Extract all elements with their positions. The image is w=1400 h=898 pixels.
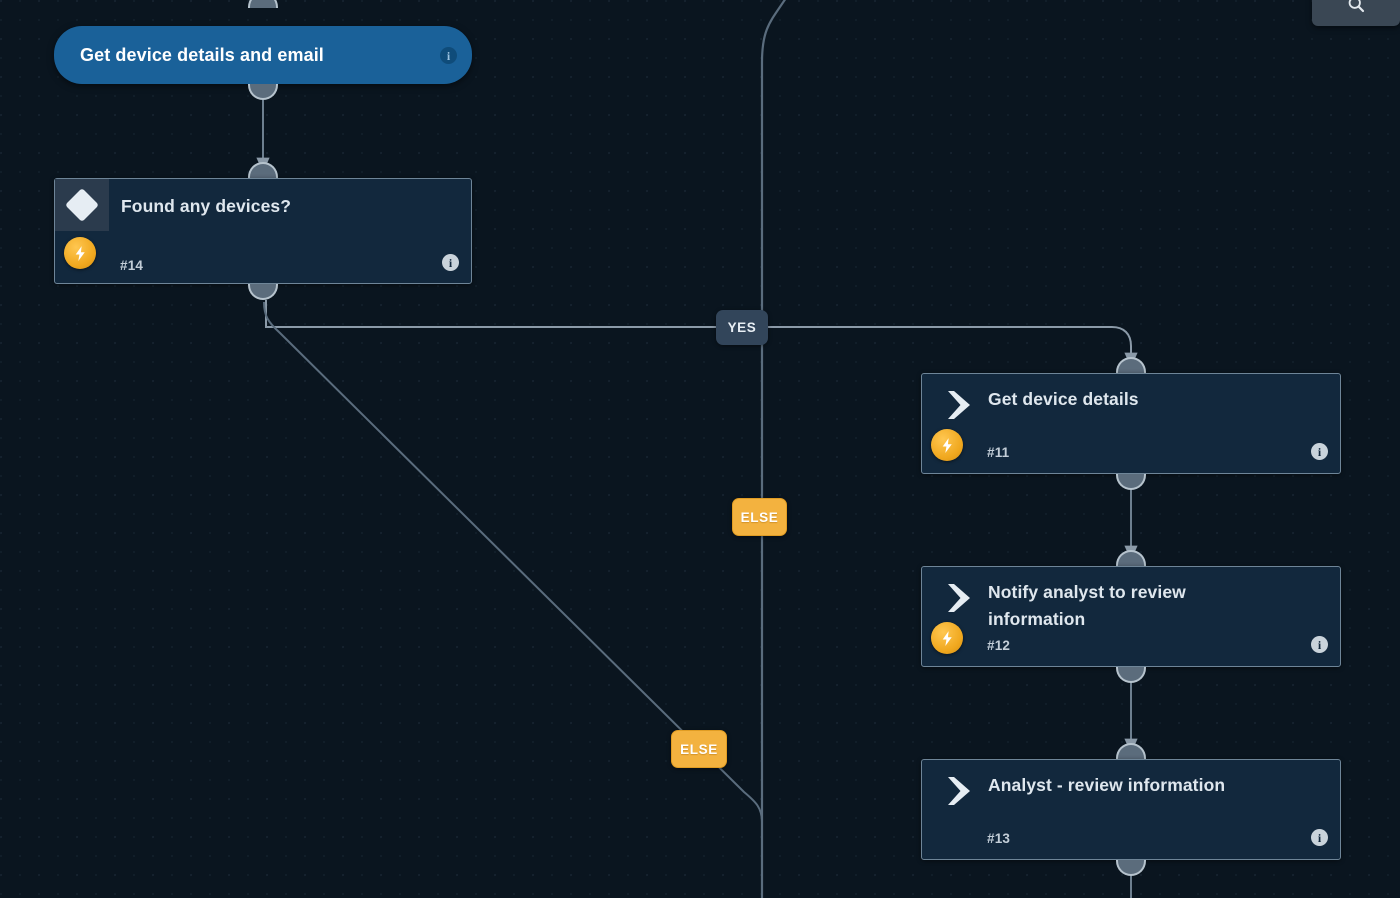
node-get-device-details-and-email[interactable]: Get device details and email (54, 26, 472, 84)
edge-label-yes[interactable]: YES (716, 310, 768, 345)
info-icon-13[interactable]: i (1311, 829, 1328, 846)
handle-decision-bottom (248, 284, 278, 300)
handle-12-top (1116, 550, 1146, 566)
handle-12-bottom (1116, 667, 1146, 683)
handle-13-bottom (1116, 860, 1146, 876)
bolt-icon (64, 237, 96, 269)
bolt-icon (931, 622, 963, 654)
node-id-label: #13 (987, 831, 1011, 846)
info-icon-11[interactable]: i (1311, 443, 1328, 460)
chevron-right-icon (938, 577, 986, 619)
handle-decision-top (248, 162, 278, 178)
node-get-device-details[interactable]: Get device details #11 i (921, 373, 1341, 474)
handle-11-bottom (1116, 474, 1146, 490)
diamond-icon (55, 179, 109, 231)
info-icon-decision[interactable]: i (442, 254, 459, 271)
handle-11-top (1116, 357, 1146, 373)
node-id-label: #12 (987, 638, 1011, 653)
edge-incoming-spine (760, 0, 787, 790)
node-title: Get device details and email (80, 44, 324, 65)
workflow-canvas[interactable]: Get device details and email i Found any… (0, 0, 1400, 898)
node-title: Notify analyst to review information (988, 582, 1186, 630)
handle-start-top (248, 0, 278, 8)
edge-label-else-main[interactable]: ELSE (732, 498, 787, 536)
node-title: Analyst - review information (988, 775, 1226, 795)
node-found-any-devices[interactable]: Found any devices? #14 i (54, 178, 472, 284)
node-notify-analyst-to-review-information[interactable]: Notify analyst to review information #12… (921, 566, 1341, 667)
node-id-label: #14 (120, 258, 144, 273)
node-analyst-review-information[interactable]: Analyst - review information #13 i (921, 759, 1341, 860)
info-icon-12[interactable]: i (1311, 636, 1328, 653)
info-icon-start[interactable]: i (440, 47, 457, 64)
edge-yes-branch (265, 300, 1138, 368)
chevron-right-icon (938, 770, 986, 812)
node-id-label: #11 (987, 445, 1010, 460)
node-title: Found any devices? (121, 196, 292, 216)
handle-start-bottom (248, 84, 278, 100)
search-icon (1346, 0, 1366, 19)
chevron-right-icon (938, 384, 986, 426)
search-button[interactable] (1312, 0, 1400, 26)
bolt-icon (931, 429, 963, 461)
handle-13-top (1116, 743, 1146, 759)
edge-label-else-branch[interactable]: ELSE (671, 730, 727, 768)
node-title: Get device details (988, 389, 1139, 409)
